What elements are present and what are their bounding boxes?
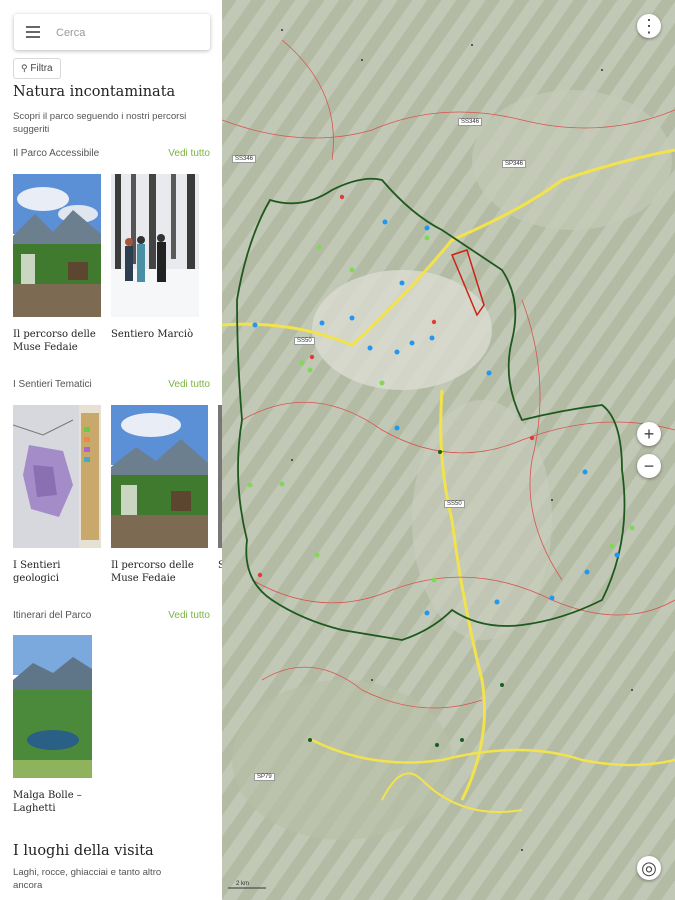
card-label: Il percorso delle Muse Fedaie [13, 329, 96, 353]
road-label: SS50 [444, 500, 465, 508]
places-title: I luoghi della visita [13, 843, 154, 859]
zoom-in-button[interactable]: + [637, 422, 661, 446]
lake-mountain-photo [111, 405, 208, 548]
card-malga-bolle[interactable]: Malga Bolle – Laghetti [13, 635, 92, 815]
hamburger-menu-icon[interactable] [26, 26, 40, 38]
card-sentiero-marcio[interactable]: Sentiero Marciò [111, 174, 199, 341]
locate-me-icon[interactable]: ◎ [637, 856, 661, 880]
card-label: Malga Bolle – Laghetti [13, 790, 82, 814]
road-label: SS50 [294, 337, 315, 345]
page-subtitle: Scopri il parco seguendo i nostri percor… [13, 111, 187, 135]
road-label: SS346 [232, 155, 257, 163]
geological-map-photo [13, 405, 101, 548]
card-muse-fedaie[interactable]: Il percorso delle Muse Fedaie [13, 174, 101, 354]
section-title-itineraries: Itinerari del Parco [13, 610, 92, 621]
road-label: SS346 [458, 118, 483, 126]
section-title-accessible: Il Parco Accessibile [13, 148, 100, 159]
page-title: Natura incontaminata [13, 84, 176, 100]
map-view[interactable]: 2 km SS346 SS346 SP346 SS50 SS50 SP79 ⋮ … [222, 0, 675, 900]
lake-mountain-photo [13, 174, 101, 317]
zoom-out-button[interactable]: − [637, 454, 661, 478]
snow-forest-hikers-photo [111, 174, 199, 317]
road-label: SP79 [254, 773, 275, 781]
more-options-icon[interactable]: ⋮ [637, 14, 661, 38]
card-label: Sentiero Marciò [111, 329, 194, 340]
card-label: Il percorso delle Muse Fedaie [111, 560, 194, 584]
road-label: SP346 [502, 160, 527, 168]
search-input[interactable] [54, 22, 208, 44]
section-title-thematic: I Sentieri Tematici [13, 379, 92, 390]
card-muse-fedaie-2[interactable]: Il percorso delle Muse Fedaie [111, 405, 208, 585]
map-scale-label: 2 km [236, 881, 249, 887]
see-all-itineraries-link[interactable]: Vedi tutto [168, 610, 210, 621]
card-sentieri-geologici[interactable]: I Sentieri geologici [13, 405, 101, 585]
see-all-thematic-link[interactable]: Vedi tutto [168, 379, 210, 390]
filter-label: Filtra [30, 63, 53, 74]
terrain-map: 2 km [222, 0, 675, 900]
filter-button[interactable]: ⚲ Filtra [13, 58, 61, 79]
see-all-accessible-link[interactable]: Vedi tutto [168, 148, 210, 159]
places-subtitle: Laghi, rocce, ghiacciai e tanto altro an… [13, 867, 162, 891]
alpine-lake-photo [13, 635, 92, 778]
search-bar [14, 14, 210, 50]
sidebar-panel: ⚲ Filtra Natura incontaminata Scopri il … [0, 0, 222, 900]
filter-icon: ⚲ [21, 63, 28, 73]
card-label: I Sentieri geologici [13, 560, 61, 584]
